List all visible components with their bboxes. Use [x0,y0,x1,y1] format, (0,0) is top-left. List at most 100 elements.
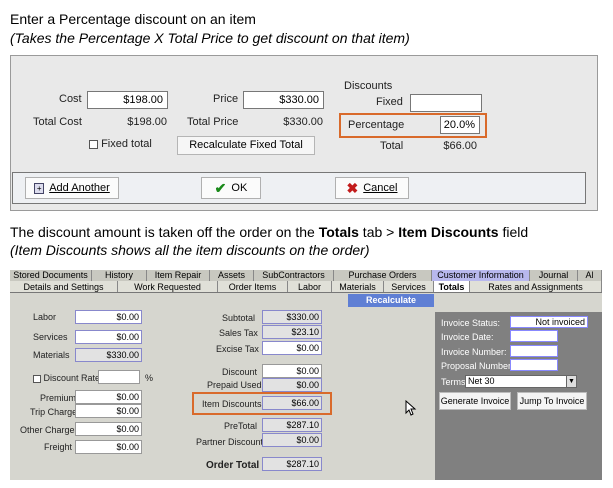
chevron-down-icon[interactable]: ▼ [566,376,576,387]
tab-customer-information[interactable]: Customer Information [432,270,530,281]
tab-materials[interactable]: Materials [332,281,384,292]
tab-history[interactable]: History [92,270,147,281]
totals-screen: Stored Documents History Item Repair Ass… [10,270,602,480]
subtotal-field: $330.00 [262,310,322,324]
invoice-status-label: Invoice Status: [441,318,501,328]
fixed-discount-input[interactable] [410,94,482,112]
tab-rates-and-assignments[interactable]: Rates and Assignments [470,281,602,292]
item-discounts-field: $66.00 [262,396,322,410]
tab-order-items[interactable]: Order Items [218,281,288,292]
invoice-date-label: Invoice Date: [441,332,494,342]
recalculate-button[interactable]: Recalculate [348,294,434,307]
order-total-field: $287.10 [262,457,322,471]
tab-stored-documents[interactable]: Stored Documents [10,270,92,281]
tab-journal[interactable]: Journal [530,270,578,281]
fixed-total-checkbox[interactable]: Fixed total [89,138,152,150]
tab-assets[interactable]: Assets [210,270,254,281]
close-icon: ✖ [346,180,359,196]
price-label: Price [213,93,239,105]
freight-label: Freight [44,442,73,452]
add-document-icon: + [34,182,45,194]
tab-subcontractors[interactable]: SubContractors [254,270,334,281]
recalculate-fixed-total-button[interactable]: Recalculate Fixed Total [177,136,315,155]
checkbox-icon[interactable] [33,374,41,383]
trip-charge-label: Trip Charge [30,407,78,417]
caption-2-subtitle: (Item Discounts shows all the item disco… [10,242,370,258]
mouse-cursor-icon [405,400,417,416]
sales-tax-field: $23.10 [262,325,322,339]
tab-more[interactable]: Al [578,270,602,281]
terms-label: Terms [441,377,466,387]
excise-tax-field[interactable]: $0.00 [262,341,322,355]
sales-tax-label: Sales Tax [219,328,258,338]
invoice-number-label: Invoice Number: [441,347,507,357]
total-cost-label: Total Cost [33,116,82,128]
materials-field: $330.00 [75,348,142,362]
prepaid-used-field: $0.00 [262,378,322,392]
subtotal-label: Subtotal [222,313,256,323]
discount-field[interactable]: $0.00 [262,364,322,378]
tab-work-requested[interactable]: Work Requested [118,281,218,292]
proposal-number-field[interactable] [510,359,558,371]
tab-totals[interactable]: Totals [434,281,470,292]
caption-2: The discount amount is taken off the ord… [10,224,529,240]
cost-input[interactable]: $198.00 [87,91,168,109]
discounts-header: Discounts [344,80,393,92]
tab-item-repair[interactable]: Item Repair [147,270,210,281]
generate-invoice-button[interactable]: Generate Invoice [439,392,511,410]
pretotal-field: $287.10 [262,418,322,432]
pretotal-label: PreTotal [224,421,258,431]
tab-row-front: Details and Settings Work Requested Orde… [10,281,602,293]
partner-discount-field: $0.00 [262,433,322,447]
discount-rate-checkbox[interactable]: Discount Rate [33,373,100,383]
labor-label: Labor [33,312,57,322]
trip-charge-field[interactable]: $0.00 [75,404,142,418]
invoice-date-field[interactable] [510,330,558,342]
prepaid-used-label: Prepaid Used [207,380,262,390]
checkbox-icon[interactable] [89,139,98,149]
partner-discount-label: Partner Discount [196,437,264,447]
premium-label: Premium [40,393,77,403]
cancel-button[interactable]: ✖ Cancel [335,177,409,199]
materials-label: Materials [33,350,70,360]
caption-title: Enter a Percentage discount on an item [10,11,256,27]
total-cost-value: $198.00 [127,116,167,128]
terms-select[interactable]: Net 30 ▼ [465,375,577,388]
tab-details-and-settings[interactable]: Details and Settings [10,281,118,292]
invoice-panel: Invoice Status: Not invoiced Invoice Dat… [435,312,602,480]
percentage-input[interactable]: 20.0% [440,116,480,134]
other-charges-field[interactable]: $0.00 [75,422,142,436]
percent-sign: % [145,373,154,383]
jump-to-invoice-button[interactable]: Jump To Invoice [517,392,587,410]
ok-button[interactable]: ✔ OK [201,177,261,199]
premium-field[interactable]: $0.00 [75,390,142,404]
caption-subtitle: (Takes the Percentage X Total Price to g… [10,30,410,46]
total-value: $66.00 [443,140,477,152]
check-icon: ✔ [214,180,227,196]
tab-labor[interactable]: Labor [288,281,332,292]
discount-rate-field[interactable] [98,370,140,384]
order-total-label: Order Total [206,460,260,471]
excise-tax-label: Excise Tax [216,344,259,354]
freight-field[interactable]: $0.00 [75,440,142,454]
add-another-button[interactable]: + Add Another [25,177,119,199]
percentage-label: Percentage [348,119,405,131]
discount-label: Discount [222,367,258,377]
price-input[interactable]: $330.00 [243,91,324,109]
tab-purchase-orders[interactable]: Purchase Orders [334,270,432,281]
tab-services[interactable]: Services [384,281,434,292]
invoice-status-field: Not invoiced [510,316,588,328]
fixed-label: Fixed [376,96,403,108]
services-label: Services [33,332,68,342]
total-price-label: Total Price [187,116,239,128]
item-discounts-label: Item Discounts [202,399,262,409]
fixed-total-label: Fixed total [101,138,152,150]
services-field[interactable]: $0.00 [75,330,142,344]
proposal-number-label: Proposal Number: [441,361,514,371]
labor-field[interactable]: $0.00 [75,310,142,324]
tab-row-back: Stored Documents History Item Repair Ass… [10,270,602,281]
button-bar: + Add Another ✔ OK ✖ Cancel [12,172,586,204]
invoice-number-field[interactable] [510,345,558,357]
total-price-value: $330.00 [283,116,323,128]
total-label: Total [380,140,404,152]
